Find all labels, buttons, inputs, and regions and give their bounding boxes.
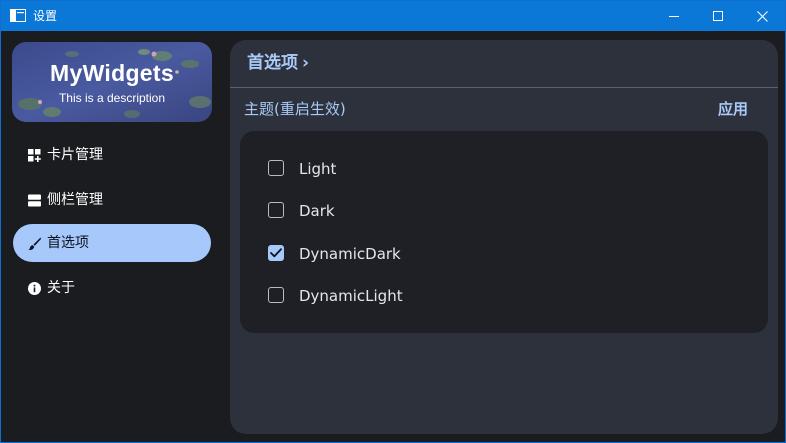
banner-title: MyWidgets: [50, 60, 174, 86]
option-label: DynamicLight: [299, 287, 403, 305]
sidebar-item-sidebar-management[interactable]: 侧栏管理: [13, 181, 211, 219]
sidebar-item-label: 关于: [47, 280, 75, 296]
maximize-button[interactable]: [695, 1, 741, 31]
sidebar-item-preferences[interactable]: 首选项: [13, 224, 211, 262]
checkbox-checked[interactable]: [268, 245, 284, 261]
title-bar[interactable]: 设置: [1, 1, 785, 31]
sidebar-item-label: 侧栏管理: [47, 192, 103, 208]
checkbox[interactable]: [268, 202, 284, 218]
sidebar-item-card-management[interactable]: 卡片管理: [13, 136, 211, 174]
sidebar-item-label: 卡片管理: [47, 147, 103, 163]
sidebar-banner: MyWidgets This is a description: [12, 42, 212, 122]
option-label: Dark: [299, 202, 335, 220]
sidebar-stack-icon: [28, 194, 41, 207]
theme-option-dark[interactable]: Dark: [268, 200, 508, 222]
info-icon: [28, 282, 41, 295]
checkmark-icon: [270, 248, 282, 258]
header-divider: [230, 87, 778, 88]
maximize-icon: [713, 11, 723, 21]
close-icon: [756, 10, 768, 22]
option-label: DynamicDark: [299, 245, 401, 263]
settings-window: 设置 MyWidgets This is a description 卡片管理 …: [0, 0, 786, 443]
window-title: 设置: [33, 9, 58, 23]
theme-option-dynamic-dark[interactable]: DynamicDark: [268, 243, 508, 265]
breadcrumb-current: 首选项: [247, 53, 298, 73]
theme-section-label: 主题(重启生效): [244, 100, 346, 118]
grid-plus-icon: [28, 149, 41, 162]
theme-option-light[interactable]: Light: [268, 158, 508, 180]
sidebar: MyWidgets This is a description 卡片管理 侧栏管…: [1, 31, 223, 442]
banner-description: This is a description: [58, 91, 166, 105]
app-window-icon: [10, 9, 26, 22]
brush-icon: [28, 237, 41, 250]
checkbox[interactable]: [268, 287, 284, 303]
preferences-panel: 首选项› 主题(重启生效) 应用 Light Dark DynamicDark: [230, 40, 778, 434]
breadcrumb[interactable]: 首选项 ›: [247, 52, 309, 74]
minimize-icon: [669, 16, 679, 17]
apply-button[interactable]: 应用: [718, 98, 748, 120]
theme-options-card: Light Dark DynamicDark DynamicLight: [240, 131, 768, 333]
close-button[interactable]: [739, 1, 785, 31]
checkbox[interactable]: [268, 160, 284, 176]
minimize-button[interactable]: [651, 1, 697, 31]
sidebar-item-label: 首选项: [47, 235, 89, 251]
chevron-right-icon: ›: [302, 53, 310, 73]
sidebar-item-about[interactable]: 关于: [13, 269, 211, 307]
option-label: Light: [299, 160, 337, 178]
theme-option-dynamic-light[interactable]: DynamicLight: [268, 285, 508, 307]
